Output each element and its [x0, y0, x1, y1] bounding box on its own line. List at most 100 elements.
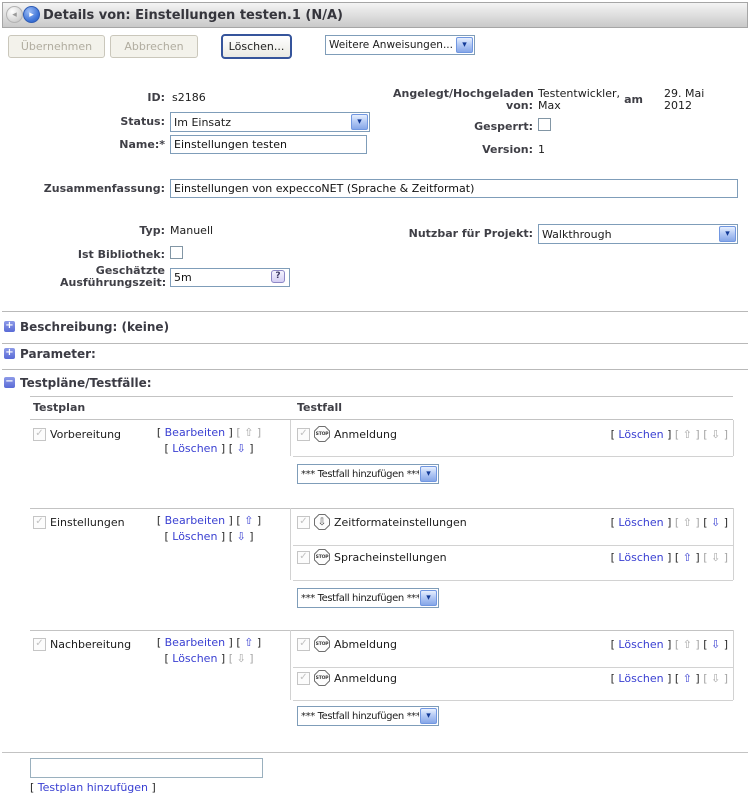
- testcase-checkbox: ✓: [297, 516, 310, 529]
- move-testplan-down-link[interactable]: ⇩: [229, 442, 254, 455]
- move-testplan-up-link[interactable]: ⇧: [236, 636, 261, 649]
- check-icon: ✓: [299, 551, 307, 562]
- apply-button-label: Übernehmen: [21, 40, 92, 53]
- up-arrow-icon: ⇧: [683, 428, 692, 441]
- up-arrow-icon: ⇧: [683, 672, 692, 685]
- delete-label: Löschen: [172, 652, 217, 665]
- down-arrow-icon: ⇩: [237, 652, 246, 665]
- check-icon: ✓: [299, 672, 307, 683]
- column-divider: [290, 420, 291, 456]
- expand-icon[interactable]: +: [4, 348, 15, 359]
- delete-label: Löschen: [172, 442, 217, 455]
- check-icon: ✓: [299, 516, 307, 527]
- add-testcase-value: *** Testfall hinzufügen ***: [298, 593, 419, 604]
- expand-icon[interactable]: +: [4, 321, 15, 332]
- plus-glyph: +: [5, 320, 13, 331]
- move-testcase-down-link: ⇩: [703, 672, 728, 685]
- up-arrow-icon: ⇧: [244, 514, 253, 527]
- minus-glyph: −: [5, 376, 13, 387]
- move-testcase-down-link[interactable]: ⇩: [703, 638, 728, 651]
- project-select[interactable]: Walkthrough ▾: [538, 224, 738, 244]
- edit-label: Bearbeiten: [165, 426, 225, 439]
- divider: [30, 419, 733, 420]
- plus-glyph: +: [5, 347, 13, 358]
- delete-testcase-link[interactable]: Löschen: [611, 516, 672, 529]
- edit-label: Bearbeiten: [165, 636, 225, 649]
- move-testcase-down-link[interactable]: ⇩: [703, 516, 728, 529]
- edit-testplan-link[interactable]: Bearbeiten: [157, 636, 233, 649]
- section-description[interactable]: Beschreibung: (keine): [20, 320, 169, 334]
- add-testcase-select[interactable]: *** Testfall hinzufügen *** ▾: [297, 706, 439, 726]
- delete-testcase-link[interactable]: Löschen: [611, 672, 672, 685]
- down-arrow-icon: ⇩: [711, 428, 720, 441]
- cancel-button: Abbrechen: [110, 35, 198, 58]
- delete-testcase-link[interactable]: Löschen: [611, 638, 672, 651]
- section-parameter[interactable]: Parameter:: [20, 347, 96, 361]
- dropdown-arrow-icon: ▾: [719, 226, 736, 242]
- delete-testplan-link[interactable]: Löschen: [164, 442, 225, 455]
- delete-testplan-link[interactable]: Löschen: [164, 530, 225, 543]
- move-testcase-up-link[interactable]: ⇧: [675, 551, 700, 564]
- delete-label: Löschen: [618, 516, 663, 529]
- delete-label: Löschen: [618, 638, 663, 651]
- stop-text: STOP: [314, 636, 330, 652]
- divider: [2, 369, 748, 370]
- collapse-icon[interactable]: −: [4, 377, 15, 388]
- edit-label: Bearbeiten: [165, 514, 225, 527]
- locked-checkbox[interactable]: [538, 118, 551, 131]
- table-right-border: [733, 630, 734, 700]
- add-testplan-label: Testplan hinzufügen: [38, 781, 148, 794]
- type-value: Manuell: [170, 225, 213, 237]
- testplan-name: Einstellungen: [50, 516, 125, 529]
- type-label: Typ:: [5, 225, 165, 237]
- summary-label: Zusammenfassung:: [5, 183, 165, 195]
- move-testplan-down-link[interactable]: ⇩: [229, 530, 254, 543]
- forward-arrow-icon: ▸: [29, 10, 34, 20]
- up-arrow-icon: ⇧: [244, 636, 253, 649]
- library-checkbox[interactable]: [170, 246, 183, 259]
- delete-testcase-link[interactable]: Löschen: [611, 428, 672, 441]
- column-divider: [290, 630, 291, 700]
- testcase-checkbox: ✓: [297, 551, 310, 564]
- help-icon[interactable]: ?: [271, 270, 285, 283]
- version-value: 1: [538, 144, 545, 156]
- testcase-checkbox: ✓: [297, 672, 310, 685]
- more-actions-select[interactable]: Weitere Anweisungen... ▾: [325, 35, 475, 55]
- name-input[interactable]: [170, 135, 367, 154]
- move-testplan-up-link[interactable]: ⇧: [236, 514, 261, 527]
- delete-testcase-link[interactable]: Löschen: [611, 551, 672, 564]
- move-testcase-up-link: ⇧: [675, 638, 700, 651]
- add-testplan-link[interactable]: Testplan hinzufügen: [30, 781, 156, 794]
- testplan-links: Bearbeiten ⇧ Löschen ⇩: [145, 425, 273, 457]
- cancel-button-label: Abbrechen: [124, 40, 183, 53]
- up-arrow-icon: ⇧: [683, 551, 692, 564]
- move-testcase-down-link: ⇩: [703, 428, 728, 441]
- summary-input[interactable]: [170, 179, 738, 198]
- section-testplans[interactable]: Testpläne/Testfälle:: [20, 376, 152, 390]
- stop-text: STOP: [314, 426, 330, 442]
- testcase-links: Löschen ⇧ ⇩: [611, 428, 728, 441]
- duration-label: Geschätzte Ausführungszeit:: [60, 265, 165, 289]
- down-arrow-icon: ⇩: [711, 672, 720, 685]
- divider: [2, 343, 748, 344]
- new-testplan-input[interactable]: [30, 758, 263, 778]
- delete-button[interactable]: Löschen...: [221, 34, 292, 59]
- delete-testplan-link[interactable]: Löschen: [164, 652, 225, 665]
- move-testcase-up-link[interactable]: ⇧: [675, 672, 700, 685]
- add-testcase-select[interactable]: *** Testfall hinzufügen *** ▾: [297, 588, 439, 608]
- edit-testplan-link[interactable]: Bearbeiten: [157, 426, 233, 439]
- edit-testplan-link[interactable]: Bearbeiten: [157, 514, 233, 527]
- delete-button-label: Löschen...: [229, 40, 285, 53]
- add-testcase-select[interactable]: *** Testfall hinzufügen *** ▾: [297, 464, 439, 484]
- testcase-name: Anmeldung: [334, 672, 397, 685]
- id-value: s2186: [172, 92, 206, 104]
- status-select[interactable]: Im Einsatz ▾: [170, 112, 370, 132]
- stop-text: STOP: [314, 670, 330, 686]
- title-bar: ◂ ▸ Details von: Einstellungen testen.1 …: [2, 2, 748, 28]
- dropdown-arrow-icon: ▾: [420, 466, 437, 482]
- stop-icon: STOP: [314, 670, 330, 686]
- nav-forward-button[interactable]: ▸: [23, 6, 40, 23]
- down-arrow-icon: ⇩: [711, 551, 720, 564]
- move-testplan-down-link: ⇩: [229, 652, 254, 665]
- testplan-links: Bearbeiten ⇧ Löschen ⇩: [145, 513, 273, 545]
